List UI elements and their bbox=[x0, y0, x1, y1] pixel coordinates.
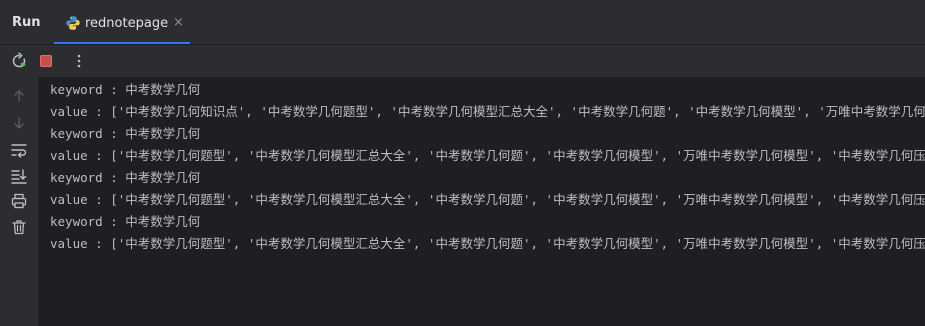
active-tab-indicator bbox=[54, 42, 190, 44]
tool-window-header: Run rednotepage × bbox=[0, 4, 925, 45]
console-line: keyword : 中考数学几何 bbox=[50, 170, 201, 185]
console-line: keyword : 中考数学几何 bbox=[50, 126, 201, 141]
run-tool-window: Run rednotepage × keyword: 中考数学几何 value… bbox=[0, 0, 925, 326]
rerun-icon[interactable] bbox=[10, 52, 28, 70]
console-line: keyword : 中考数学几何 bbox=[50, 214, 201, 229]
tool-window-title: Run bbox=[12, 15, 41, 30]
tab-label: rednotepage bbox=[85, 16, 169, 31]
console-side-toolbar bbox=[0, 77, 39, 326]
console-line: keyword : 中考数学几何 bbox=[50, 82, 201, 97]
python-file-icon bbox=[66, 16, 80, 30]
console-line: value : ['中考数学几何知识点', '中考数学几何题型', '中考数学几… bbox=[50, 104, 925, 119]
console-line: value : ['中考数学几何题型', '中考数学几何模型汇总大全', '中考… bbox=[50, 148, 925, 163]
soft-wrap-icon[interactable] bbox=[10, 141, 28, 159]
close-icon[interactable]: × bbox=[173, 16, 184, 30]
trash-icon[interactable] bbox=[10, 218, 28, 236]
console-output[interactable]: keyword : 中考数学几何 value : ['中考数学几何知识点', '… bbox=[39, 77, 925, 326]
scroll-up-icon[interactable] bbox=[10, 87, 28, 105]
run-toolbar bbox=[0, 45, 925, 77]
scroll-down-icon[interactable] bbox=[10, 114, 28, 132]
tab-rednotepage[interactable]: rednotepage × bbox=[54, 4, 190, 44]
stop-icon[interactable] bbox=[37, 52, 55, 70]
console-line: value : ['中考数学几何题型', '中考数学几何模型汇总大全', '中考… bbox=[50, 236, 925, 251]
print-icon[interactable] bbox=[10, 192, 28, 210]
more-icon[interactable] bbox=[70, 52, 88, 70]
scroll-to-end-icon[interactable] bbox=[10, 167, 28, 185]
console-line: value : ['中考数学几何题型', '中考数学几何模型汇总大全', '中考… bbox=[50, 192, 925, 207]
